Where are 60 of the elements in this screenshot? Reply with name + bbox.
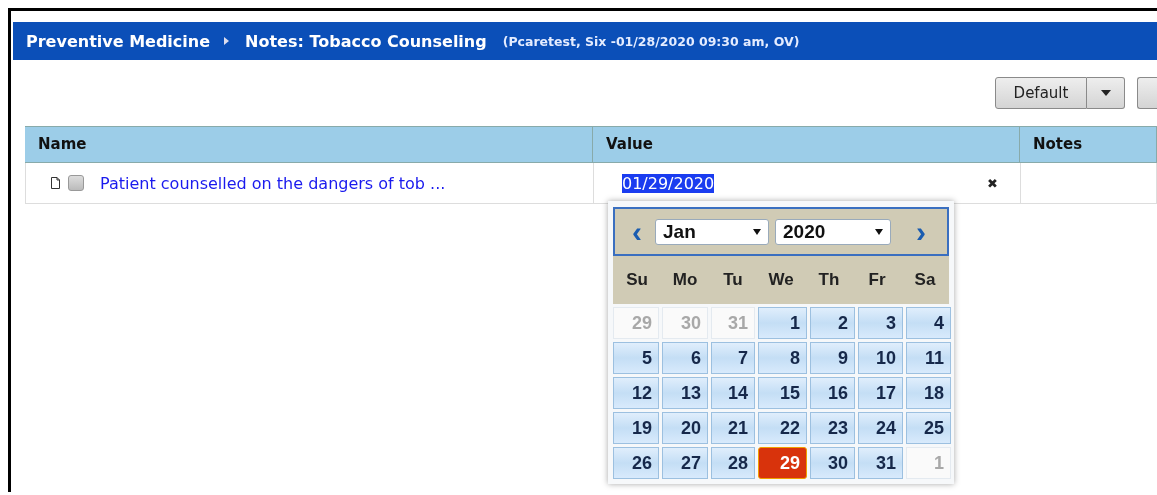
calendar-day[interactable]: 19 — [613, 412, 659, 444]
calendar-day[interactable]: 25 — [906, 412, 951, 444]
caret-icon — [1100, 90, 1111, 96]
calendar-day[interactable]: 29 — [758, 447, 807, 479]
calendar-day[interactable]: 31 — [858, 447, 903, 479]
calendar-day[interactable]: 14 — [711, 377, 755, 409]
calendar-day[interactable]: 1 — [758, 307, 807, 339]
calendar-day[interactable]: 13 — [662, 377, 708, 409]
item-link[interactable]: Patient counselled on the dangers of tob ... — [100, 173, 446, 193]
calendar-day[interactable]: 12 — [613, 377, 659, 409]
default-button[interactable]: Default — [995, 77, 1087, 109]
dropdown-button[interactable] — [1087, 77, 1125, 109]
calendar-day[interactable]: 10 — [858, 342, 903, 374]
weekday-label: Mo — [671, 270, 699, 290]
next-month-button[interactable]: › — [909, 216, 933, 247]
calendar-day[interactable]: 28 — [711, 447, 755, 479]
calendar-day[interactable]: 8 — [758, 342, 807, 374]
calendar-day[interactable]: 30 — [810, 447, 855, 479]
calendar-day[interactable]: 9 — [810, 342, 855, 374]
calendar-day[interactable]: 26 — [613, 447, 659, 479]
weekday-label: Th — [817, 270, 841, 290]
weekday-label: Sa — [913, 270, 937, 290]
column-header: Notes — [1020, 127, 1157, 162]
date-value[interactable]: 01/29/2020 — [622, 173, 715, 193]
calendar-day[interactable]: 15 — [758, 377, 807, 409]
toolbar-button[interactable] — [1137, 77, 1157, 109]
caret-icon — [875, 228, 883, 235]
calendar-day[interactable]: 5 — [613, 342, 659, 374]
breadcrumb-arrow-icon — [224, 37, 230, 45]
caret-icon — [753, 228, 761, 235]
column-header: Value — [593, 127, 1020, 162]
weekday-label: We — [767, 270, 795, 290]
calendar-day[interactable]: 24 — [858, 412, 903, 444]
calendar-day[interactable]: 6 — [662, 342, 708, 374]
month-select[interactable]: Jan — [655, 218, 769, 245]
column-header: Name — [25, 127, 593, 162]
calendar-day[interactable]: 23 — [810, 412, 855, 444]
calendar-day[interactable]: 17 — [858, 377, 903, 409]
encounter-info: (Pcaretest, Six -01/28/2020 09:30 am, OV) — [502, 33, 800, 49]
previous-month-button[interactable]: ‹ — [625, 216, 649, 247]
weekday-label: Su — [625, 270, 649, 290]
calendar-day[interactable]: 20 — [662, 412, 708, 444]
year-select[interactable]: 2020 — [775, 218, 891, 245]
calendar-day[interactable]: 4 — [906, 307, 951, 339]
calendar-day[interactable]: 22 — [758, 412, 807, 444]
calendar-day[interactable]: 27 — [662, 447, 708, 479]
calendar-day[interactable]: 2 — [810, 307, 855, 339]
calendar-day[interactable]: 21 — [711, 412, 755, 444]
breadcrumb-link[interactable]: Preventive Medicine — [26, 31, 211, 51]
weekday-label: Tu — [722, 270, 744, 290]
checkbox[interactable] — [68, 175, 84, 191]
calendar-day[interactable]: 18 — [906, 377, 951, 409]
page-title: Notes: Tobacco Counseling — [245, 31, 487, 51]
calendar-day[interactable]: 7 — [711, 342, 755, 374]
calendar-day[interactable]: 16 — [810, 377, 855, 409]
calendar-day[interactable]: 3 — [858, 307, 903, 339]
clear-button[interactable]: ✖ — [987, 175, 998, 191]
weekday-label: Fr — [867, 270, 887, 290]
document-icon — [51, 177, 60, 189]
calendar-day[interactable]: 11 — [906, 342, 951, 374]
